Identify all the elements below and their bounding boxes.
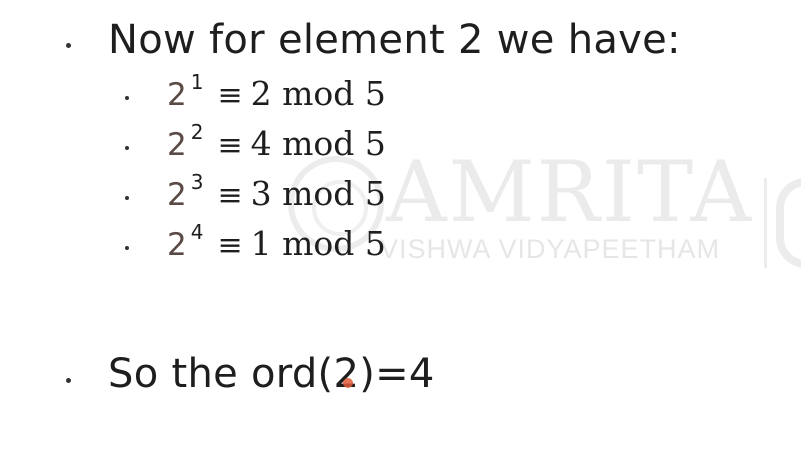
congruence-symbol: ≡ [217, 228, 243, 263]
power-result: 1 mod 5 [250, 224, 386, 263]
slide-heading: Now for element 2 we have: [108, 17, 681, 63]
power-exponent: 3 [190, 170, 204, 194]
congruence-symbol: ≡ [217, 178, 243, 213]
watermark-partial-logo-icon [776, 178, 801, 268]
power-line-2: 2 2 ≡ 4 mod 5 [167, 120, 386, 165]
watermark-name: AMRITA [386, 143, 754, 241]
bullet-icon [66, 43, 71, 48]
power-base: 2 [167, 177, 187, 213]
power-line-4: 2 4 ≡ 1 mod 5 [167, 220, 386, 265]
power-base: 2 [167, 77, 187, 113]
power-exponent: 4 [190, 220, 204, 244]
watermark-subtitle: VISHWA VIDYAPEETHAM [380, 234, 721, 264]
watermark-divider [764, 178, 767, 268]
slide-conclusion: So the ord(2)=4 [108, 351, 435, 397]
power-line-1: 2 1 ≡ 2 mod 5 [167, 70, 386, 115]
sub-bullet-icon [125, 246, 129, 250]
sub-bullet-icon [125, 196, 129, 200]
power-exponent: 2 [190, 120, 204, 144]
congruence-symbol: ≡ [217, 128, 243, 163]
power-base: 2 [167, 127, 187, 163]
sub-bullet-icon [125, 146, 129, 150]
pointer-marker-icon [343, 378, 353, 388]
bullet-icon [66, 378, 71, 383]
power-result: 4 mod 5 [250, 124, 386, 163]
power-exponent: 1 [190, 70, 204, 94]
sub-bullet-icon [125, 96, 129, 100]
power-result: 2 mod 5 [250, 74, 386, 113]
congruence-symbol: ≡ [217, 78, 243, 113]
power-line-3: 2 3 ≡ 3 mod 5 [167, 170, 386, 215]
power-base: 2 [167, 227, 187, 263]
power-result: 3 mod 5 [250, 174, 386, 213]
